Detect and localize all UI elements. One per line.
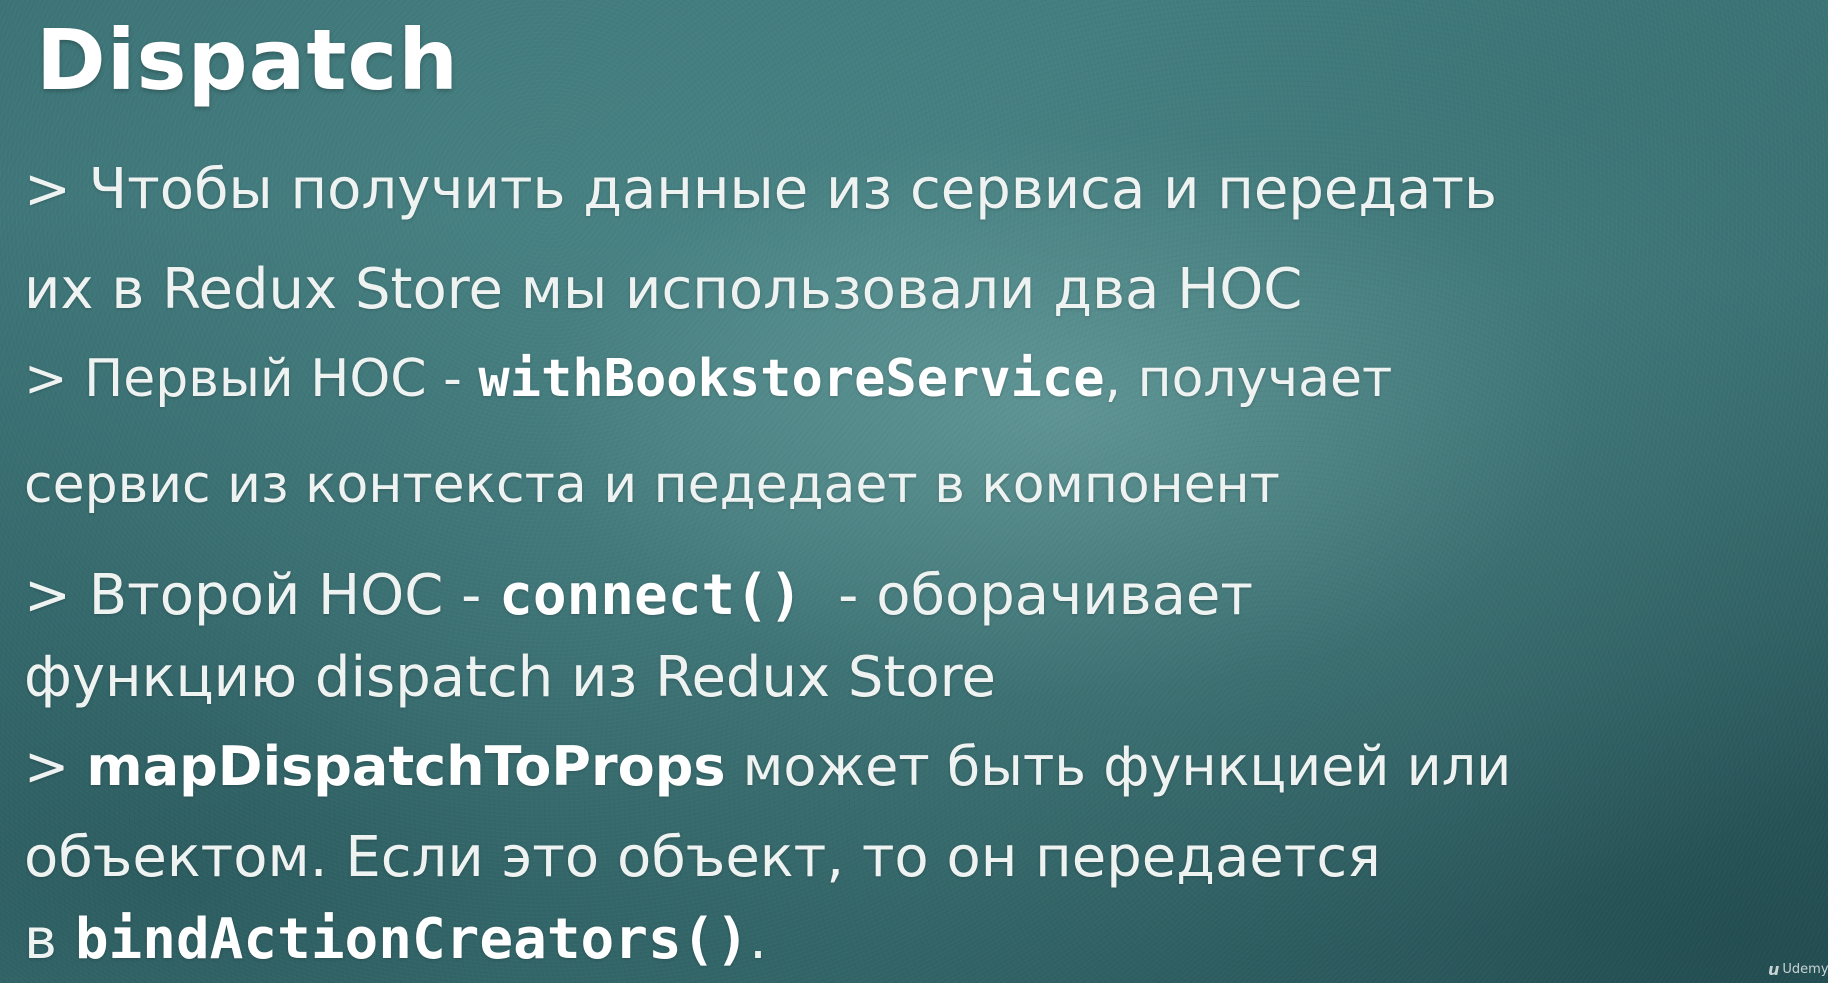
line-text: функцию dispatch из Redux Store <box>24 645 996 710</box>
line-text: . <box>749 907 767 972</box>
bullet-line-9: в bindActionCreators(). <box>24 912 767 968</box>
slide-title: Dispatch <box>36 11 460 109</box>
bullet-marker: > <box>24 563 89 628</box>
line-text: , получает <box>1104 349 1393 409</box>
bullet-line-3: > Первый HOC - withBookstoreService, пол… <box>24 353 1392 405</box>
bullet-marker: > <box>24 349 85 409</box>
line-text: их в Redux Store мы использовали два HOC <box>24 257 1303 322</box>
code-term: withBookstoreService <box>478 349 1105 409</box>
bullet-line-4: сервис из контекста и педедает в компоне… <box>24 459 1280 511</box>
code-term: bindActionCreators() <box>74 907 750 972</box>
line-text: может быть функцией или <box>725 735 1512 798</box>
line-text: сервис из контекста и педедает в компоне… <box>24 455 1280 515</box>
bullet-line-2: их в Redux Store мы использовали два HOC <box>24 262 1302 318</box>
line-text: Первый HOC - <box>84 349 479 409</box>
watermark-text: Udemy <box>1782 962 1828 977</box>
udemy-logo-icon: u <box>1768 960 1780 979</box>
bullet-line-5: > Второй HOC - connect() - оборачивает <box>24 568 1253 624</box>
bullet-line-1: > Чтобы получить данные из сервиса и пер… <box>24 162 1497 218</box>
line-text: - оборачивает <box>802 563 1253 628</box>
udemy-watermark: u Udemy <box>1768 960 1828 979</box>
line-text: Чтобы получить данные из сервиса и перед… <box>88 157 1497 222</box>
code-term: connect() <box>499 563 803 628</box>
line-text: в <box>24 907 75 972</box>
bold-term: mapDispatchToProps <box>86 735 726 798</box>
bullet-marker: > <box>24 735 87 798</box>
bullet-line-6: функцию dispatch из Redux Store <box>24 650 996 706</box>
line-text: Второй HOC - <box>88 563 500 628</box>
line-text: объектом. Если это объект, то он передае… <box>24 825 1381 890</box>
bullet-line-7: > mapDispatchToProps может быть функцией… <box>24 740 1511 794</box>
bullet-line-8: объектом. Если это объект, то он передае… <box>24 830 1381 886</box>
bullet-marker: > <box>24 157 89 222</box>
